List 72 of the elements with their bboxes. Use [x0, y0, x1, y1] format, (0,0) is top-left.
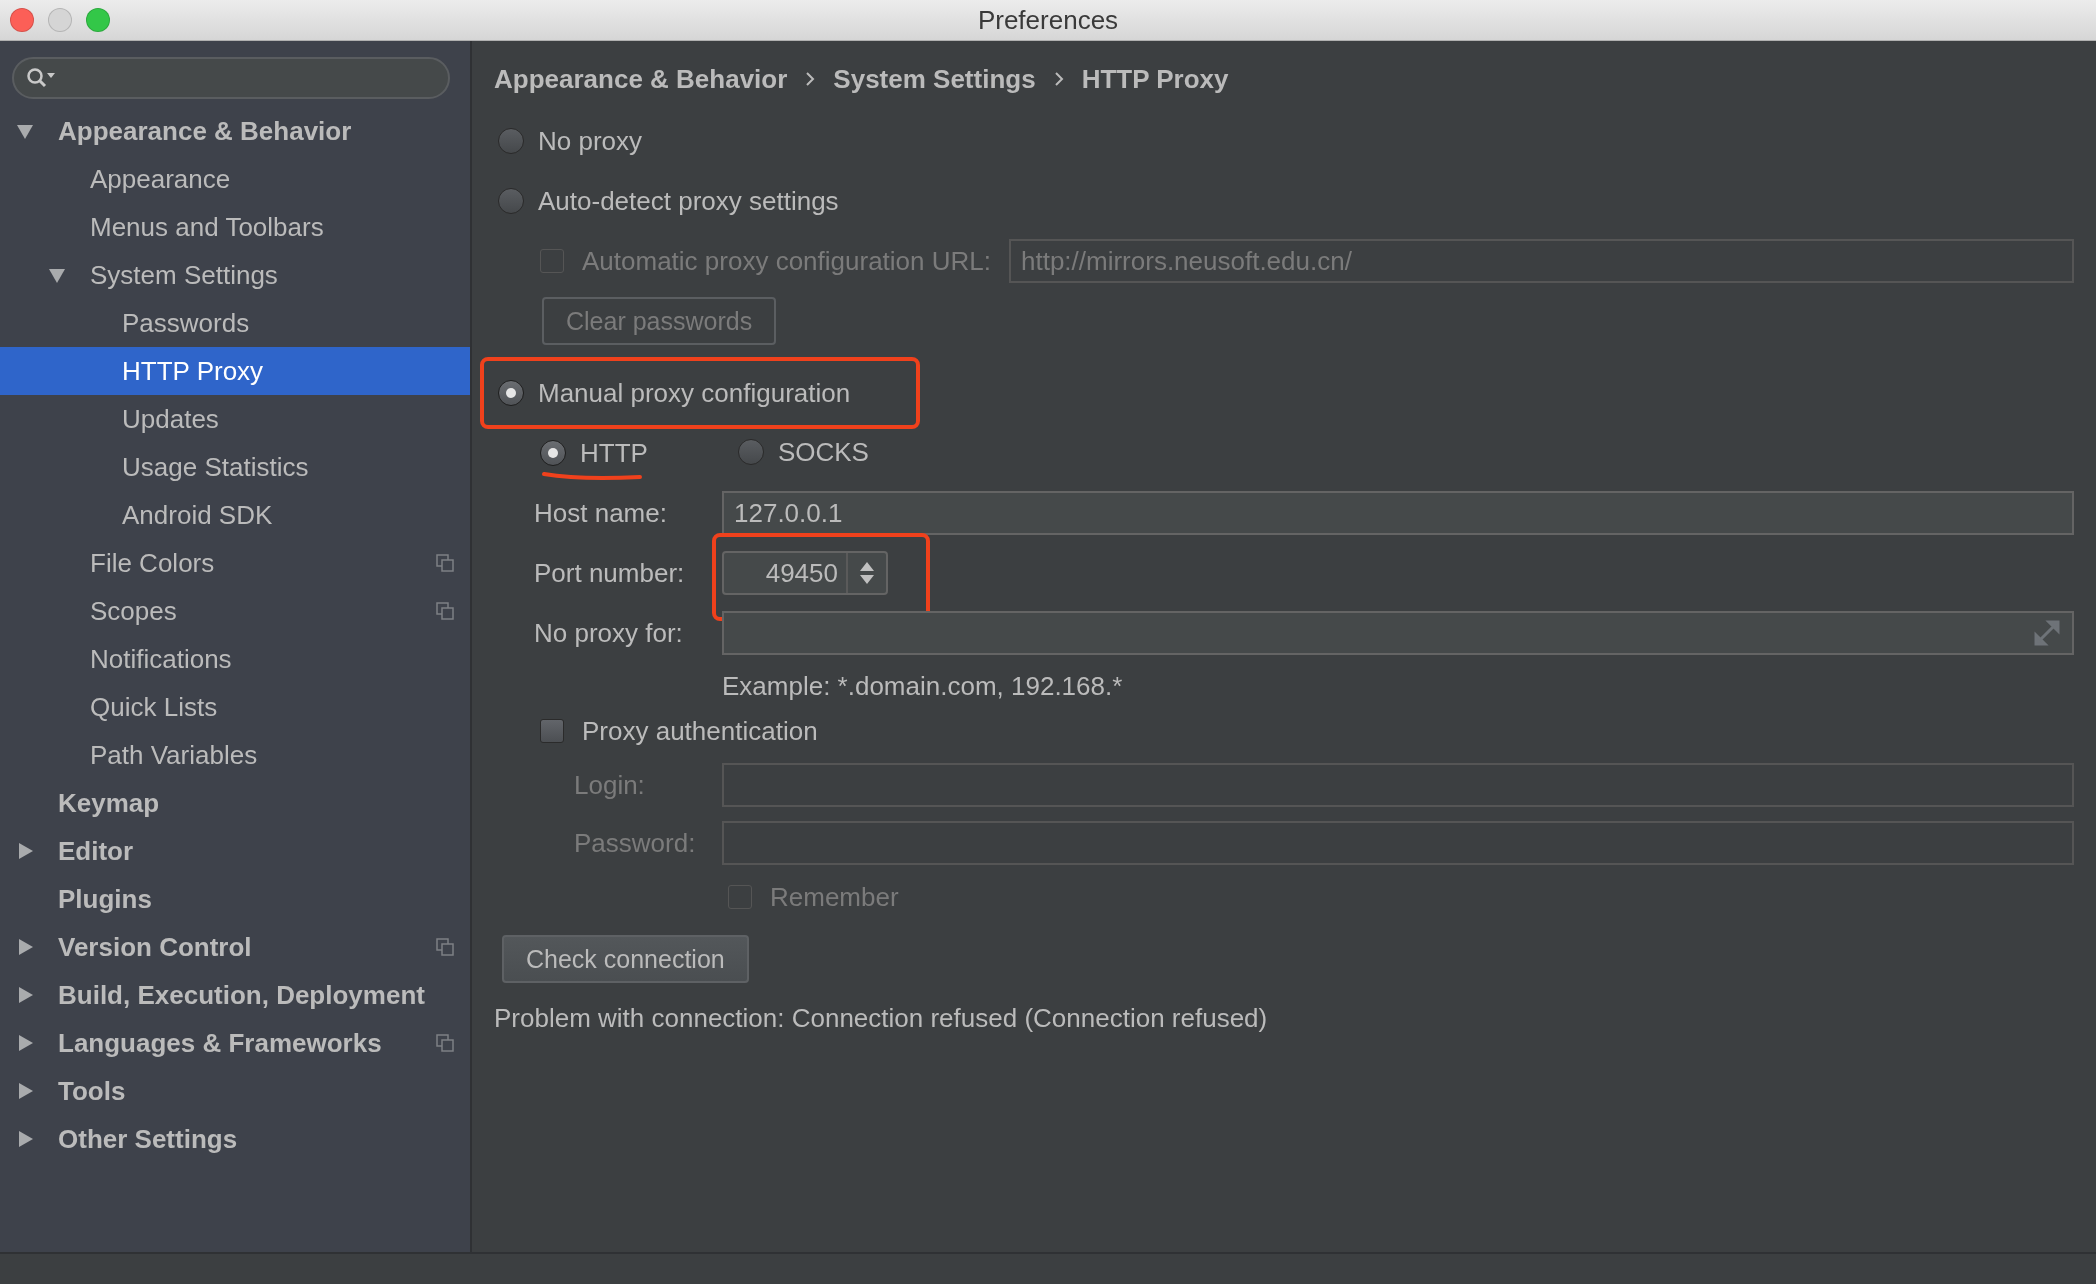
field-label: No proxy for: [534, 617, 684, 649]
sidebar-item[interactable]: Version Control [0, 923, 470, 971]
checkbox[interactable] [540, 719, 564, 743]
sidebar-item[interactable]: Plugins [0, 875, 470, 923]
copy-icon [436, 602, 454, 620]
no-proxy-field[interactable] [722, 611, 2074, 655]
collapsed-arrow-icon[interactable] [16, 986, 34, 1004]
collapsed-arrow-icon[interactable] [16, 938, 34, 956]
protocol-radio[interactable] [737, 439, 764, 466]
sidebar-item[interactable]: Passwords [0, 299, 470, 347]
sidebar-item[interactable]: Languages & Frameworks [0, 1019, 470, 1067]
spinner-arrows-icon[interactable] [859, 561, 875, 585]
radio-label: Manual proxy configuration [538, 377, 851, 409]
sidebar-item[interactable]: Quick Lists [0, 683, 470, 731]
sidebar-item[interactable]: Menus and Toolbars [0, 203, 470, 251]
sidebar-item[interactable]: Scopes [0, 587, 470, 635]
example-hint: Example: *.domain.com, 192.168.* [722, 670, 1123, 702]
copy-icon [436, 1034, 454, 1052]
check-connection-button[interactable]: Check connection [502, 935, 749, 983]
minimize-button[interactable] [48, 8, 72, 32]
sidebar-item[interactable]: Appearance [0, 155, 470, 203]
window-title: Preferences [977, 4, 1119, 36]
search-field[interactable] [12, 57, 450, 99]
copy-icon [436, 938, 454, 956]
expanded-arrow-icon[interactable] [48, 266, 66, 284]
host-name-field[interactable]: 127.0.0.1 [722, 491, 2074, 535]
checkbox-label: Proxy authentication [582, 715, 818, 747]
breadcrumb-item: Appearance & Behavior [494, 63, 788, 95]
sidebar-item[interactable]: System Settings [0, 251, 470, 299]
sidebar-item[interactable]: Appearance & Behavior [0, 107, 470, 155]
sidebar-item[interactable]: HTTP Proxy [0, 347, 470, 395]
radio-label: HTTP [580, 437, 648, 469]
sidebar-item[interactable]: Other Settings [0, 1115, 470, 1163]
collapsed-arrow-icon[interactable] [16, 842, 34, 860]
collapsed-arrow-icon[interactable] [16, 1034, 34, 1052]
port-spinner[interactable]: 49450 [722, 551, 888, 595]
chevron-icon [805, 71, 816, 87]
checkbox-label: Automatic proxy configuration URL: [582, 245, 991, 277]
checkbox-label: Remember [770, 881, 899, 913]
collapsed-arrow-icon[interactable] [16, 1082, 34, 1100]
collapsed-arrow-icon[interactable] [16, 1130, 34, 1148]
chevron-icon [1053, 71, 1064, 87]
proxy-mode-radio[interactable] [498, 380, 524, 406]
sidebar-item[interactable]: Path Variables [0, 731, 470, 779]
radio-label: Auto-detect proxy settings [538, 185, 839, 217]
sidebar-item[interactable]: Updates [0, 395, 470, 443]
field-label: Login: [574, 769, 646, 801]
sidebar-item[interactable]: Tools [0, 1067, 470, 1115]
field-label: Port number: [534, 557, 686, 589]
search-icon [26, 67, 56, 89]
proxy-mode-radio[interactable] [498, 188, 524, 214]
field-label: Password: [574, 827, 697, 859]
sidebar-item[interactable]: Keymap [0, 779, 470, 827]
field-label: Host name: [534, 497, 668, 529]
status-message: Problem with connection: Connection refused (Connection refused) [494, 1002, 1268, 1034]
copy-icon [436, 554, 454, 572]
breadcrumb-item: System Settings [833, 63, 1036, 95]
expand-icon[interactable] [2034, 620, 2060, 646]
sidebar-item[interactable]: Notifications [0, 635, 470, 683]
proxy-mode-radio[interactable] [498, 128, 524, 154]
radio-label: No proxy [538, 125, 643, 157]
expanded-arrow-icon[interactable] [16, 122, 34, 140]
sidebar-item[interactable]: File Colors [0, 539, 470, 587]
radio-label: SOCKS [777, 436, 869, 468]
sidebar-item[interactable]: Usage Statistics [0, 443, 470, 491]
breadcrumb-item: HTTP Proxy [1081, 63, 1229, 95]
protocol-radio[interactable] [540, 440, 566, 466]
sidebar-item[interactable]: Editor [0, 827, 470, 875]
close-button[interactable] [10, 8, 34, 32]
sidebar-item[interactable]: Build, Execution, Deployment [0, 971, 470, 1019]
zoom-button[interactable] [86, 8, 110, 32]
sidebar-item[interactable]: Android SDK [0, 491, 470, 539]
